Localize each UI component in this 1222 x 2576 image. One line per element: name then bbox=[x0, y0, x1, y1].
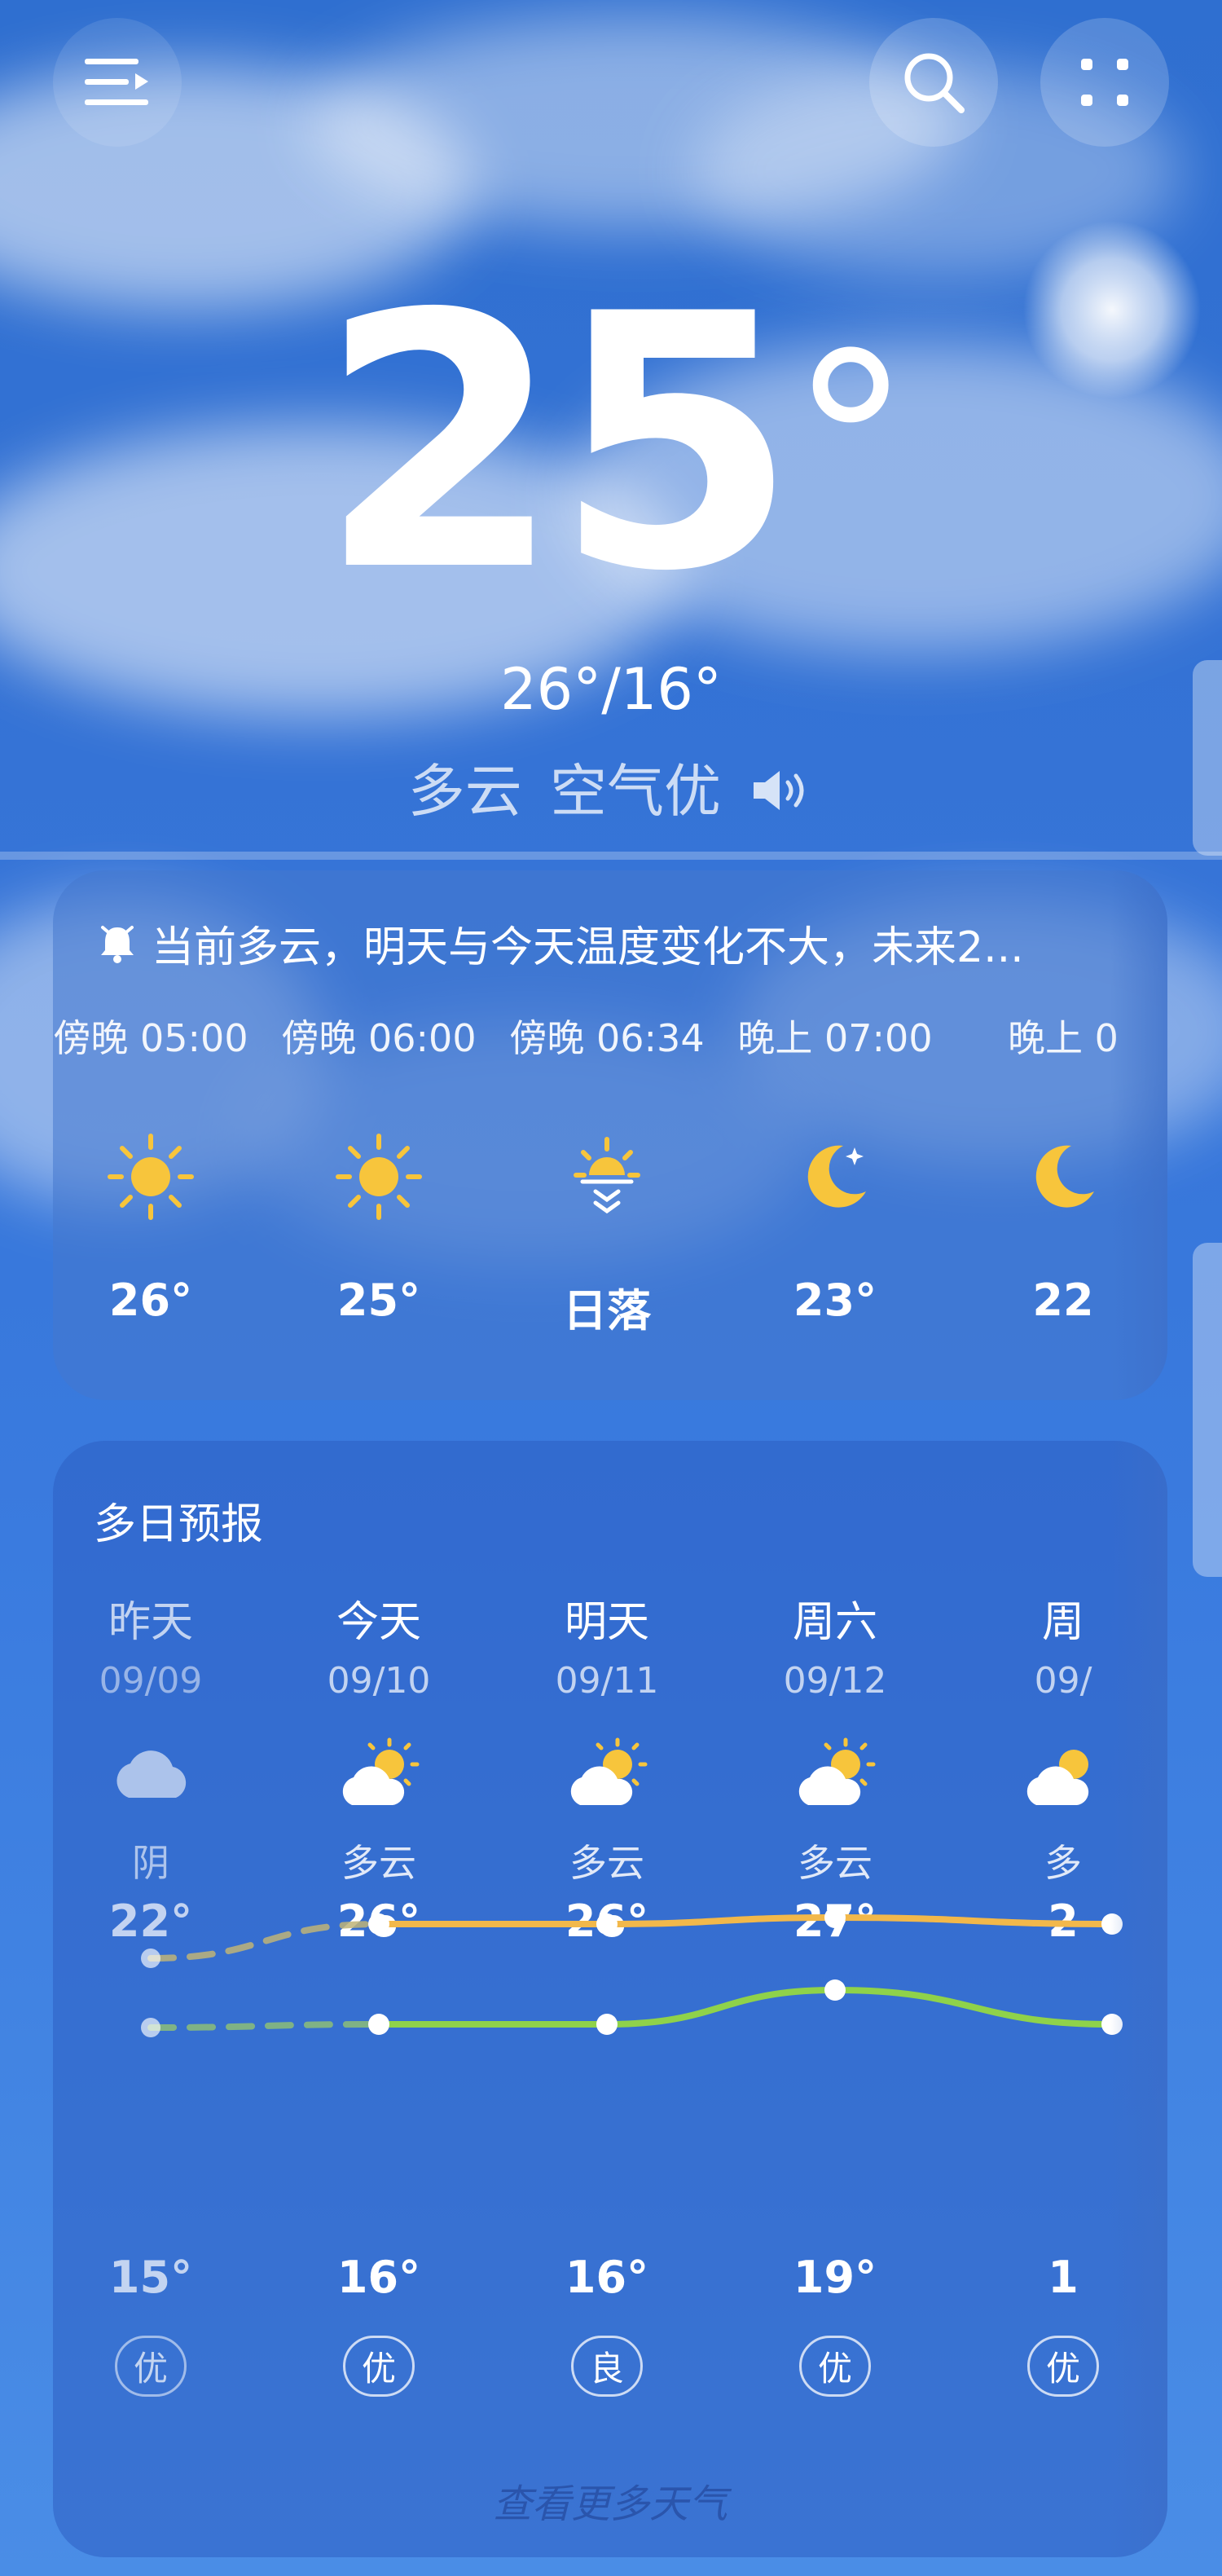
day-low: 15° bbox=[108, 2252, 193, 2303]
high-point bbox=[596, 1913, 618, 1935]
hour-item[interactable]: 傍晚 05:00 26° bbox=[53, 1009, 265, 1326]
low-curve-past bbox=[147, 2021, 382, 2031]
more-weather-link[interactable]: 查看更多天气 bbox=[53, 2472, 1167, 2529]
hour-temp: 25° bbox=[336, 1275, 421, 1326]
hour-item[interactable]: 傍晚 06:34 日落 bbox=[493, 1009, 721, 1339]
high-point bbox=[824, 1907, 846, 1928]
menu-icon bbox=[85, 59, 148, 105]
hour-item[interactable]: 傍晚 06:00 25° bbox=[265, 1009, 493, 1326]
high-point bbox=[141, 1949, 160, 1968]
aqi-badge: 优 bbox=[721, 2336, 949, 2397]
edge-handle-bottom[interactable] bbox=[1193, 1243, 1222, 1577]
hour-time: 傍晚 06:00 bbox=[281, 1016, 477, 1060]
day-low: 19° bbox=[793, 2252, 877, 2303]
degree-symbol: ° bbox=[789, 302, 912, 586]
aqi-badge: 良 bbox=[493, 2336, 721, 2397]
aqi-badge: 优 bbox=[53, 2336, 265, 2397]
hour-temp: 日落 bbox=[563, 1285, 651, 1336]
aqi-badge: 优 bbox=[265, 2336, 493, 2397]
moon-icon bbox=[1035, 1145, 1094, 1208]
alarm-icon bbox=[101, 925, 134, 963]
sun-icon bbox=[336, 1134, 422, 1220]
hour-time: 晚上 07:00 bbox=[737, 1016, 933, 1060]
condition-text: 多云 bbox=[407, 758, 522, 825]
hour-temp: 26° bbox=[108, 1275, 193, 1326]
alert-text: 当前多云，明天与今天温度变化不大，未来2... bbox=[152, 923, 1024, 972]
sunset-icon bbox=[574, 1137, 640, 1214]
aqi-text: 优 bbox=[1026, 2336, 1099, 2397]
hour-item[interactable]: 晚上 07:00 23° bbox=[721, 1009, 949, 1326]
aqi-text: 优 bbox=[798, 2336, 871, 2397]
low-point bbox=[596, 2014, 618, 2035]
low-curve bbox=[376, 1986, 1115, 2028]
high-curve bbox=[376, 1913, 1115, 1927]
more-button[interactable] bbox=[1040, 18, 1169, 147]
hourly-forecast-card[interactable]: 当前多云，明天与今天温度变化不大，未来2... 傍晚 05:00 26° 傍晚 … bbox=[53, 870, 1167, 1400]
high-point bbox=[368, 1913, 389, 1935]
weather-alert[interactable]: 当前多云，明天与今天温度变化不大，未来2... bbox=[98, 913, 1024, 974]
weather-summary: 多云 空气优 bbox=[0, 746, 1222, 829]
edge-handle-top[interactable] bbox=[1193, 660, 1222, 856]
daily-forecast-card[interactable]: 多日预报 昨天 09/09 阴 22° 今天 09/10 多云 26° bbox=[53, 1441, 1167, 2557]
speaker-icon[interactable] bbox=[749, 762, 814, 829]
air-quality-text: 空气优 bbox=[550, 758, 721, 825]
search-icon bbox=[904, 53, 965, 113]
aqi-text: 优 bbox=[114, 2336, 187, 2397]
sun-icon bbox=[108, 1134, 194, 1220]
temp-range: 26°/16° bbox=[500, 656, 722, 723]
aqi-text: 良 bbox=[570, 2336, 643, 2397]
hour-temp: 23° bbox=[793, 1275, 877, 1326]
moon-icon bbox=[807, 1145, 866, 1208]
menu-button[interactable] bbox=[53, 18, 182, 147]
day-low: 16° bbox=[336, 2252, 421, 2303]
header-divider bbox=[0, 852, 1222, 860]
grid-icon bbox=[1081, 59, 1128, 106]
current-temp-value: 25 bbox=[318, 240, 798, 648]
aqi-text: 优 bbox=[342, 2336, 415, 2397]
hour-time: 傍晚 06:34 bbox=[509, 1016, 705, 1060]
day-low: 16° bbox=[565, 2252, 649, 2303]
search-button[interactable] bbox=[869, 18, 998, 147]
low-point bbox=[141, 2018, 160, 2037]
low-point bbox=[368, 2014, 389, 2035]
low-point bbox=[824, 1979, 846, 2001]
high-curve-past bbox=[147, 1921, 382, 1962]
hour-time: 傍晚 05:00 bbox=[53, 1016, 248, 1060]
current-temperature: 25° bbox=[0, 269, 1222, 619]
